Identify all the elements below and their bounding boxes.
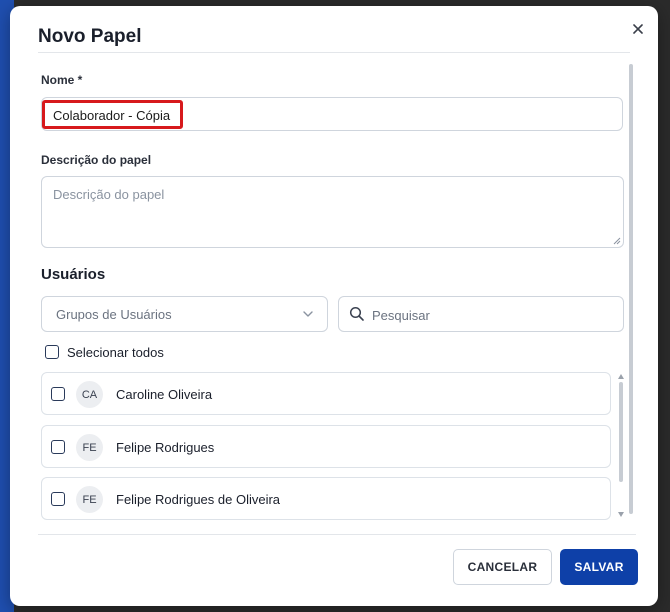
description-label: Descrição do papel xyxy=(41,153,152,167)
select-all-label: Selecionar todos xyxy=(67,345,164,360)
chevron-down-icon xyxy=(303,311,313,317)
close-button[interactable] xyxy=(628,19,648,39)
list-scroll-up-icon[interactable] xyxy=(618,374,624,379)
cancel-button[interactable]: CANCELAR xyxy=(453,549,552,585)
modal-scrollbar[interactable] xyxy=(629,64,633,514)
save-button[interactable]: SALVAR xyxy=(560,549,638,585)
footer-divider xyxy=(38,534,636,535)
header-divider xyxy=(38,52,630,53)
list-scrollbar[interactable] xyxy=(619,382,623,482)
user-list-item[interactable]: CA Caroline Oliveira xyxy=(41,372,611,415)
user-checkbox[interactable] xyxy=(51,440,65,454)
description-placeholder: Descrição do papel xyxy=(53,187,165,202)
avatar: CA xyxy=(76,381,103,408)
user-checkbox[interactable] xyxy=(51,492,65,506)
user-name: Felipe Rodrigues de Oliveira xyxy=(116,492,281,507)
avatar: FE xyxy=(76,486,103,513)
user-list-item[interactable]: FE Felipe Rodrigues xyxy=(41,425,611,468)
name-field-value: Colaborador - Cópia xyxy=(53,108,171,123)
modal-title: Novo Papel xyxy=(38,26,142,47)
close-icon xyxy=(633,24,643,34)
users-section-title: Usuários xyxy=(41,266,106,283)
user-name: Felipe Rodrigues xyxy=(116,440,215,455)
select-all-checkbox[interactable] xyxy=(45,345,59,359)
search-placeholder: Pesquisar xyxy=(372,308,430,323)
list-scroll-down-icon[interactable] xyxy=(618,512,624,517)
resize-handle-icon[interactable] xyxy=(613,237,621,245)
search-icon xyxy=(349,306,364,321)
new-role-modal: Novo Papel Nome * Colaborador - Cópia De… xyxy=(10,6,658,606)
user-name: Caroline Oliveira xyxy=(116,387,213,402)
user-list-item[interactable]: FE Felipe Rodrigues de Oliveira xyxy=(41,477,611,520)
user-checkbox[interactable] xyxy=(51,387,65,401)
name-label: Nome * xyxy=(41,73,83,87)
user-list: CA Caroline Oliveira FE Felipe Rodrigues… xyxy=(41,372,613,520)
user-groups-placeholder: Grupos de Usuários xyxy=(56,307,172,322)
avatar: FE xyxy=(76,434,103,461)
